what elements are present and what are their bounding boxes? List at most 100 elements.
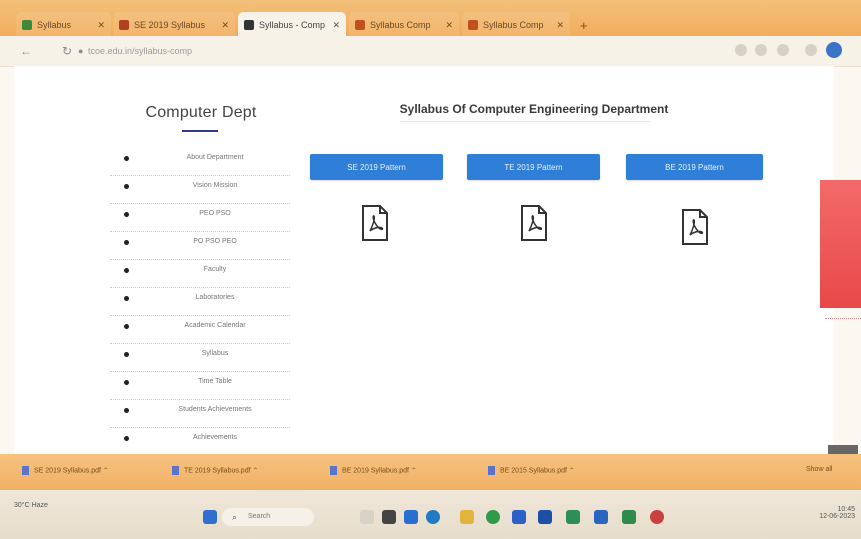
close-icon[interactable]: ✕ (217, 20, 229, 31)
sidebar-item[interactable]: About Department (110, 150, 290, 178)
sidebar-item[interactable]: Syllabus (110, 346, 290, 374)
tab-label: Syllabus Comp (370, 20, 431, 30)
weather-widget[interactable]: 30°C Haze (14, 502, 48, 509)
sidebar-item-label: PEO PSO (199, 210, 231, 217)
downloads-bar: SE 2019 Syllabus.pdf ⌃ TE 2019 Syllabus.… (0, 454, 861, 490)
sidebar-item-label: About Department (186, 154, 244, 161)
item-divider (110, 287, 290, 288)
browser-tab[interactable]: Syllabus ✕ (16, 12, 111, 38)
pdf-file-icon (488, 466, 495, 475)
back-icon[interactable]: ← (20, 44, 32, 58)
pdf-file-icon (172, 466, 179, 475)
reload-icon[interactable]: ↻ (62, 44, 72, 58)
chrome-icon[interactable] (486, 510, 500, 524)
app-icon[interactable] (622, 510, 636, 524)
new-tab-button[interactable]: + (574, 12, 596, 38)
sidebar-item[interactable]: Faculty (110, 262, 290, 290)
sidebar-item[interactable]: Students Achievements (110, 402, 290, 430)
search-input[interactable]: ⌕ Search (222, 508, 314, 526)
app-icon[interactable] (512, 510, 526, 524)
sidebar-nav: About Department Vision Mission PEO PSO PO … (110, 150, 290, 458)
sidebar-title: Computer Dept (145, 104, 257, 121)
close-icon[interactable]: ✕ (328, 20, 340, 31)
download-name: BE 2015 Syllabus.pdf (500, 467, 567, 475)
address-bar: ← ↻ ● tcoe.edu.in/syllabus-comp (0, 36, 861, 67)
bookmark-icon[interactable] (755, 44, 767, 56)
store-icon[interactable] (404, 510, 418, 524)
url-field[interactable]: tcoe.edu.in/syllabus-comp (88, 43, 648, 59)
folder-icon[interactable] (460, 510, 474, 524)
close-icon[interactable]: ✕ (441, 20, 453, 31)
download-item[interactable]: TE 2019 Syllabus.pdf ⌃ (172, 466, 258, 475)
favicon-icon (119, 20, 129, 30)
close-icon[interactable]: ✕ (552, 20, 564, 31)
close-icon[interactable]: ✕ (93, 20, 105, 31)
pdf-file-icon[interactable] (360, 204, 390, 242)
side-banner[interactable] (820, 180, 861, 308)
sidebar-item-label: Students Achievements (178, 406, 252, 413)
app-icon[interactable] (650, 510, 664, 524)
sidebar-item[interactable]: Academic Calendar (110, 318, 290, 346)
show-all-button[interactable]: Show all (806, 466, 832, 473)
item-divider (110, 231, 290, 232)
pdf-file-icon[interactable] (680, 208, 710, 246)
bullet-icon (124, 408, 129, 413)
bullet-icon (124, 436, 129, 441)
item-divider (110, 175, 290, 176)
title-underline (182, 130, 218, 132)
download-item[interactable]: SE 2019 Syllabus.pdf ⌃ (22, 466, 109, 475)
title-divider (400, 121, 650, 122)
taskbar: 30°C Haze ⌕ Search 10:45 12-06-2023 (0, 490, 861, 539)
sidebar-item[interactable]: Time Table (110, 374, 290, 402)
task-view-icon[interactable] (360, 510, 374, 524)
favicon-icon (244, 20, 254, 30)
divider (825, 318, 861, 319)
app-icon[interactable] (538, 510, 552, 524)
download-name: BE 2019 Syllabus.pdf (342, 467, 409, 475)
app-icon[interactable] (566, 510, 580, 524)
sidebar-item[interactable]: PEO PSO (110, 206, 290, 234)
lock-icon[interactable]: ● (78, 46, 83, 56)
sidebar-item-label: PO PSO PEO (193, 238, 237, 245)
profile-avatar[interactable] (826, 42, 842, 58)
windows-start-icon[interactable] (203, 510, 217, 524)
sidebar-item[interactable]: Vision Mission (110, 178, 290, 206)
item-divider (110, 427, 290, 428)
sidebar-item-label: Syllabus (201, 350, 229, 357)
pdf-file-icon (22, 466, 29, 475)
browser-tab[interactable]: SE 2019 Syllabus ✕ (113, 12, 235, 38)
item-divider (110, 203, 290, 204)
download-item[interactable]: BE 2015 Syllabus.pdf ⌃ (488, 466, 575, 475)
file-explorer-icon[interactable] (382, 510, 396, 524)
sidebar-item-label: Achievements (193, 434, 237, 441)
browser-tab[interactable]: Syllabus Comp ✕ (349, 12, 459, 38)
system-clock[interactable]: 10:45 12-06-2023 (819, 506, 855, 520)
web-page: Computer Dept About Department Vision Mis… (14, 66, 834, 456)
search-placeholder: Search (248, 513, 271, 520)
sidebar-item-label: Academic Calendar (184, 322, 246, 329)
browser-tab[interactable]: Syllabus Comp ✕ (462, 12, 570, 38)
bullet-icon (124, 184, 129, 189)
sidebar-item-label: Vision Mission (192, 182, 238, 189)
edge-icon[interactable] (426, 510, 440, 524)
pdf-file-icon[interactable] (519, 204, 549, 242)
item-divider (110, 259, 290, 260)
tab-label: SE 2019 Syllabus (134, 20, 206, 30)
bullet-icon (124, 380, 129, 385)
te-2019-pattern-button[interactable]: TE 2019 Pattern (467, 154, 600, 180)
item-divider (110, 343, 290, 344)
sidebar-item[interactable]: Laboratories (110, 290, 290, 318)
app-icon[interactable] (594, 510, 608, 524)
be-2019-pattern-button[interactable]: BE 2019 Pattern (626, 154, 763, 180)
tab-label: Syllabus Comp (483, 20, 544, 30)
bullet-icon (124, 240, 129, 245)
download-item[interactable]: BE 2019 Syllabus.pdf ⌃ (330, 466, 417, 475)
clock-date: 12-06-2023 (819, 513, 855, 520)
browser-tab-active[interactable]: Syllabus - Comp ✕ (238, 12, 346, 38)
extensions-icon[interactable] (777, 44, 789, 56)
share-icon[interactable] (735, 44, 747, 56)
sidebar-item[interactable]: PO PSO PEO (110, 234, 290, 262)
settings-icon[interactable] (805, 44, 817, 56)
bullet-icon (124, 156, 129, 161)
se-2019-pattern-button[interactable]: SE 2019 Pattern (310, 154, 443, 180)
